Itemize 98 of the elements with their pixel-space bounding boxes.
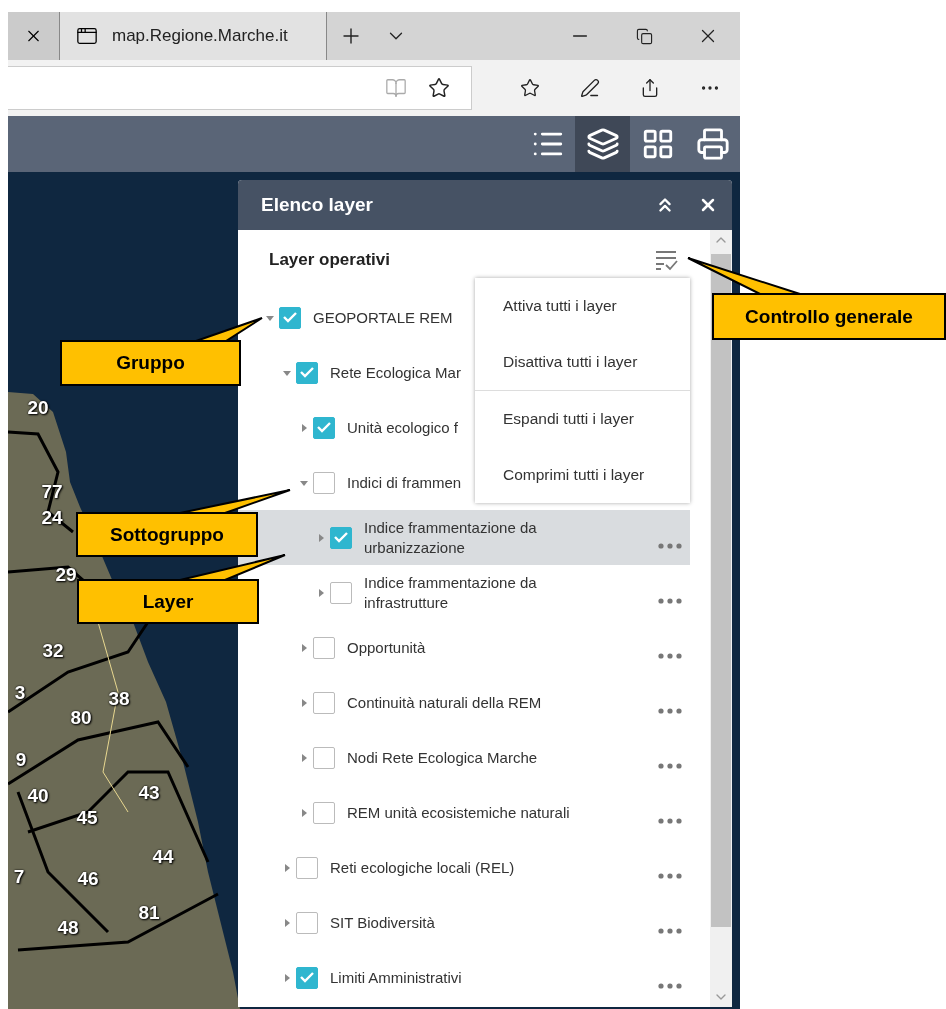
map-label: 46: [77, 868, 99, 890]
page-icon: [76, 25, 98, 47]
map-label: 45: [76, 807, 98, 829]
check-icon: [300, 367, 314, 378]
layer-name: Continuità naturali della REM: [347, 692, 542, 713]
map-label: 80: [70, 707, 92, 729]
map-label: 7: [13, 866, 25, 888]
scrollbar-thumb[interactable]: [711, 254, 731, 927]
caret-right-icon[interactable]: [300, 808, 308, 817]
layer-checkbox[interactable]: [313, 691, 335, 714]
layer-checkbox[interactable]: [313, 416, 335, 439]
map-label: 43: [138, 782, 160, 804]
menu-item[interactable]: Comprimi tutti i layer: [475, 447, 690, 503]
more-options-icon[interactable]: [658, 707, 682, 714]
layer-row[interactable]: Nodi Rete Ecologica Marche: [238, 730, 690, 785]
layer-name: REM unità ecosistemiche naturali: [347, 802, 570, 823]
layer-name: Nodi Rete Ecologica Marche: [347, 747, 538, 768]
layer-row[interactable]: Indice frammentazione da urbanizzazione: [238, 510, 690, 565]
toolbar-button[interactable]: [575, 116, 630, 172]
layer-row[interactable]: Reti ecologiche locali (REL): [238, 840, 690, 895]
section-title: Layer operativi: [269, 250, 391, 270]
caret-right-icon[interactable]: [283, 918, 291, 927]
browser-tab[interactable]: [8, 12, 60, 60]
map-label: 81: [138, 902, 160, 924]
map-label: 38: [108, 688, 130, 710]
layer-name: Reti ecologiche locali (REL): [330, 857, 515, 878]
more-options-icon[interactable]: [658, 872, 682, 879]
layer-checkbox[interactable]: [313, 801, 335, 824]
layer-row[interactable]: Continuità naturali della REM: [238, 675, 690, 730]
map-label: 40: [27, 785, 49, 807]
more-options-icon[interactable]: [658, 597, 682, 604]
panel-title: Elenco layer: [261, 194, 374, 216]
caret-right-icon[interactable]: [283, 863, 291, 872]
layer-name: Indice frammentazione da infrastrutture: [364, 572, 538, 613]
caret-down-icon[interactable]: [266, 313, 274, 322]
layer-name: Rete Ecologica Mar: [330, 362, 461, 383]
layer-checkbox[interactable]: [279, 306, 301, 329]
more-options-icon[interactable]: [658, 652, 682, 659]
layer-checkbox[interactable]: [296, 856, 318, 879]
list-check-icon[interactable]: [654, 249, 678, 271]
star-icon[interactable]: [428, 77, 450, 99]
layer-checkbox[interactable]: [313, 746, 335, 769]
map-label: 44: [152, 846, 174, 868]
favorites-icon[interactable]: [520, 78, 540, 98]
pen-icon[interactable]: [580, 78, 600, 98]
layer-checkbox[interactable]: [313, 636, 335, 659]
share-icon[interactable]: [640, 78, 660, 98]
layer-name: Indice frammentazione da urbanizzazione: [364, 517, 538, 558]
check-icon: [317, 422, 331, 433]
caret-right-icon[interactable]: [317, 588, 325, 597]
layer-checkbox[interactable]: [330, 526, 352, 549]
more-options-icon[interactable]: [658, 542, 682, 549]
more-options-icon[interactable]: [658, 762, 682, 769]
menu-item[interactable]: Attiva tutti i layer: [475, 278, 690, 334]
layer-row[interactable]: REM unità ecosistemiche naturali: [238, 785, 690, 840]
layer-row[interactable]: Limiti Amministrativi: [238, 950, 690, 1005]
layer-name: SIT Biodiversità: [330, 912, 435, 933]
map-label: 29: [55, 564, 77, 586]
menu-item[interactable]: Disattiva tutti i layer: [475, 334, 690, 390]
layer-checkbox[interactable]: [296, 966, 318, 989]
caret-right-icon[interactable]: [300, 753, 308, 762]
map-label: 20: [27, 397, 49, 419]
layer-checkbox[interactable]: [330, 581, 352, 604]
map-label: 32: [42, 640, 64, 662]
book-icon[interactable]: [385, 77, 407, 99]
layer-name: Opportunità: [347, 637, 426, 658]
caret-down-icon[interactable]: [283, 368, 291, 377]
tab-title: map.Regione.Marche.it: [112, 26, 288, 46]
more-options-icon[interactable]: [658, 982, 682, 989]
map-label: 3: [14, 682, 26, 704]
layer-row[interactable]: SIT Biodiversità: [238, 895, 690, 950]
address-field[interactable]: [8, 66, 472, 110]
layer-name: Limiti Amministrativi: [330, 967, 462, 988]
more-options-icon[interactable]: [658, 927, 682, 934]
caret-down-icon[interactable]: [300, 478, 308, 487]
caret-right-icon[interactable]: [317, 533, 325, 542]
layer-checkbox[interactable]: [296, 361, 318, 384]
caret-right-icon[interactable]: [300, 643, 308, 652]
layer-name: Indici di frammen: [347, 472, 462, 493]
layer-name: Unità ecologico f: [347, 417, 458, 438]
scrollbar[interactable]: [710, 230, 732, 1007]
check-icon: [300, 972, 314, 983]
caret-right-icon[interactable]: [300, 423, 308, 432]
printer-icon: [695, 127, 730, 161]
check-icon: [334, 532, 348, 543]
layer-checkbox[interactable]: [313, 471, 335, 494]
layer-name: GEOPORTALE REM: [313, 307, 453, 328]
menu-item[interactable]: Espandi tutti i layer: [475, 391, 690, 447]
map-label: 9: [15, 749, 27, 771]
restore-icon[interactable]: [635, 27, 653, 45]
browser-tab[interactable]: map.Regione.Marche.it: [60, 12, 327, 60]
layer-checkbox[interactable]: [296, 911, 318, 934]
layers-icon: [585, 127, 620, 161]
caret-right-icon[interactable]: [283, 973, 291, 982]
caret-right-icon[interactable]: [300, 698, 308, 707]
check-icon: [283, 312, 297, 323]
map-label: 48: [57, 917, 79, 939]
more-options-icon[interactable]: [658, 817, 682, 824]
